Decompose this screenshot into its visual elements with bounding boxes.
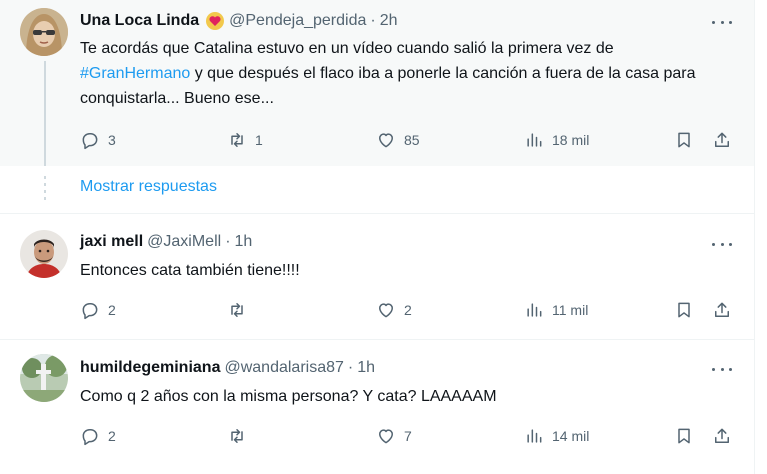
separator-dot: · [225,233,231,250]
tweet-text: Entonces cata también tiene!!!! [80,262,300,279]
timestamp[interactable]: 1h [357,359,375,377]
retweet-button[interactable] [227,300,255,320]
show-replies-link[interactable]: Mostrar respuestas [80,178,217,196]
bookmark-icon [678,302,690,318]
separator-dot: · [370,12,376,29]
share-icon [715,132,729,147]
display-name[interactable]: Una Loca Linda [80,12,199,30]
like-count: 2 [404,302,412,318]
like-icon [379,133,393,148]
tweet-reply[interactable]: humildegeminiana @wandalarisa87 · 1h Com… [0,340,754,474]
tweet-header: jaxi mell @JaxiMell · 1h [80,233,252,251]
views-count: 18 mil [552,132,590,148]
views-button[interactable]: 14 mil [524,426,589,446]
thread-line [44,61,46,166]
like-icon [379,429,393,444]
views-icon [527,303,542,317]
heart-badge-icon [205,11,225,31]
views-button[interactable]: 11 mil [524,300,588,320]
user-handle[interactable]: @wandalarisa87 [224,359,343,377]
more-icon[interactable] [712,238,732,250]
reply-count: 3 [108,132,116,148]
reply-icon [82,429,98,446]
more-icon[interactable] [712,363,732,375]
reply-count: 2 [108,428,116,444]
bookmark-icon [678,132,690,148]
like-count: 85 [404,132,420,148]
reply-count: 2 [108,302,116,318]
bookmark-button[interactable] [674,426,694,446]
separator-dot: · [347,359,354,376]
retweet-button[interactable]: 1 [227,130,263,150]
like-button[interactable]: 85 [376,130,420,150]
reply-button[interactable]: 2 [80,426,116,446]
more-icon[interactable] [712,16,732,28]
retweet-button[interactable] [227,426,255,446]
reply-icon [82,303,98,320]
views-icon [527,133,542,147]
bookmark-icon [678,428,690,444]
bookmark-button[interactable] [674,130,694,150]
user-handle[interactable]: @JaxiMell [147,233,221,251]
share-button[interactable] [712,426,732,446]
tweet-header: Una Loca Linda @Pendeja_perdida · 2h [80,11,397,31]
share-icon [715,302,729,317]
display-name[interactable]: humildegeminiana [80,359,220,377]
views-count: 14 mil [552,428,590,444]
share-button[interactable] [712,130,732,150]
share-button[interactable] [712,300,732,320]
reply-button[interactable]: 2 [80,300,116,320]
tweet-reply[interactable]: jaxi mell @JaxiMell · 1h Entonces cata t… [0,214,754,339]
retweet-icon [231,429,243,443]
like-button[interactable]: 2 [376,300,412,320]
tweet-text-part: Te acordás que Catalina estuvo en un víd… [80,40,614,57]
hashtag-link[interactable]: #GranHermano [80,65,190,82]
tweet-text: Te acordás que Catalina estuvo en un víd… [80,36,720,111]
retweet-count: 1 [255,132,263,148]
views-icon [527,429,542,443]
tweet-text: Como q 2 años con la misma persona? Y ca… [80,388,497,405]
avatar-jaxi-mell[interactable] [20,230,68,278]
retweet-icon [231,133,243,147]
tweet-header: humildegeminiana @wandalarisa87 · 1h [80,359,375,377]
like-button[interactable]: 7 [376,426,412,446]
like-count: 7 [404,428,412,444]
avatar-humildegeminiana[interactable] [20,354,68,402]
views-count: 11 mil [552,302,589,318]
display-name[interactable]: jaxi mell [80,233,143,251]
avatar-una-loca-linda[interactable] [20,8,68,56]
reply-button[interactable]: 3 [80,130,116,150]
views-button[interactable]: 18 mil [524,130,589,150]
timestamp[interactable]: 2h [380,12,398,30]
thread-dots [44,176,46,202]
tweet-parent[interactable]: Una Loca Linda @Pendeja_perdida · 2h Te … [0,0,754,166]
user-handle[interactable]: @Pendeja_perdida [229,12,366,30]
retweet-icon [231,303,243,317]
bookmark-button[interactable] [674,300,694,320]
timeline-border [754,0,755,474]
share-icon [715,428,729,443]
reply-icon [82,133,98,150]
timestamp[interactable]: 1h [235,233,253,251]
like-icon [379,303,393,318]
